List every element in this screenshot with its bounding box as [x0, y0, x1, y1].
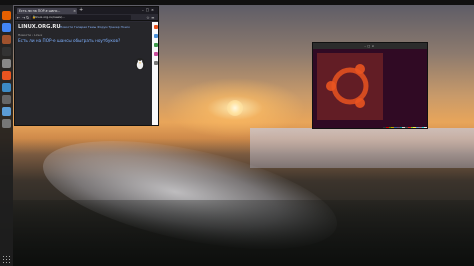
history-icon[interactable]: [153, 34, 158, 38]
ascii-row: [317, 118, 383, 121]
terminal-window: –□×: [312, 42, 428, 129]
browser-sidebar: [152, 22, 158, 125]
url-text: linux.org.ru/news/...: [35, 15, 65, 19]
settings-icon[interactable]: [2, 59, 11, 68]
palette-swatch: [424, 127, 427, 128]
ubuntu-logo-icon: [326, 64, 369, 108]
article-body: [18, 54, 128, 125]
web-page: LINUX.ORG.RU Новости Галерея Темы Форум …: [15, 22, 152, 125]
penguin-icon: [135, 58, 145, 70]
extension-icon[interactable]: [153, 43, 158, 47]
url-bar[interactable]: 🔒 linux.org.ru/news/...: [31, 15, 131, 20]
firefox-icon[interactable]: [2, 11, 11, 20]
forward-icon[interactable]: →: [22, 14, 25, 21]
new-tab-icon[interactable]: +: [79, 7, 83, 14]
frozen-lake: [250, 128, 474, 168]
calculator-icon[interactable]: [2, 95, 11, 104]
bookmark-icon[interactable]: [153, 25, 158, 29]
forest: [0, 200, 474, 266]
site-nav[interactable]: Новости Галерея Темы Форум Трекер Поиск: [60, 25, 150, 29]
tab-bar: Есть ли на ПОР-е шанс... × + –□×: [15, 7, 158, 14]
terminal-icon[interactable]: [2, 47, 11, 56]
browser-window: Есть ли на ПОР-е шанс... × + –□× ← → ↻ 🔒…: [14, 6, 159, 126]
sun: [227, 100, 243, 116]
tab-title: Есть ли на ПОР-е шанс...: [19, 9, 61, 13]
terminal-body[interactable]: [313, 49, 427, 128]
article-headline[interactable]: Есть ли на ПОР-е шансы обыграть ноутбуко…: [18, 38, 152, 43]
site-logo[interactable]: LINUX.ORG.RU: [18, 24, 61, 30]
back-icon[interactable]: ←: [17, 14, 20, 21]
color-palette: [383, 127, 427, 128]
mail-icon[interactable]: [2, 107, 11, 116]
nav-bar: ← → ↻ 🔒 linux.org.ru/news/... ☆≡: [15, 14, 158, 21]
lock-icon: 🔒: [32, 15, 36, 19]
files-icon[interactable]: [2, 35, 11, 44]
dock: [0, 5, 13, 266]
top-panel: [0, 0, 474, 5]
sync-icon[interactable]: [153, 61, 158, 65]
chrome-icon[interactable]: [2, 23, 11, 32]
software-icon[interactable]: [2, 71, 11, 80]
trash-icon[interactable]: [2, 119, 11, 128]
window-controls[interactable]: –□×: [142, 7, 156, 14]
reload-icon[interactable]: ↻: [26, 14, 29, 21]
pocket-icon[interactable]: [153, 52, 158, 56]
breadcrumb[interactable]: Новости › Linux: [18, 33, 42, 37]
toolbar-icons[interactable]: ☆≡: [146, 14, 156, 21]
text-editor-icon[interactable]: [2, 83, 11, 92]
show-applications-icon[interactable]: [2, 255, 11, 264]
